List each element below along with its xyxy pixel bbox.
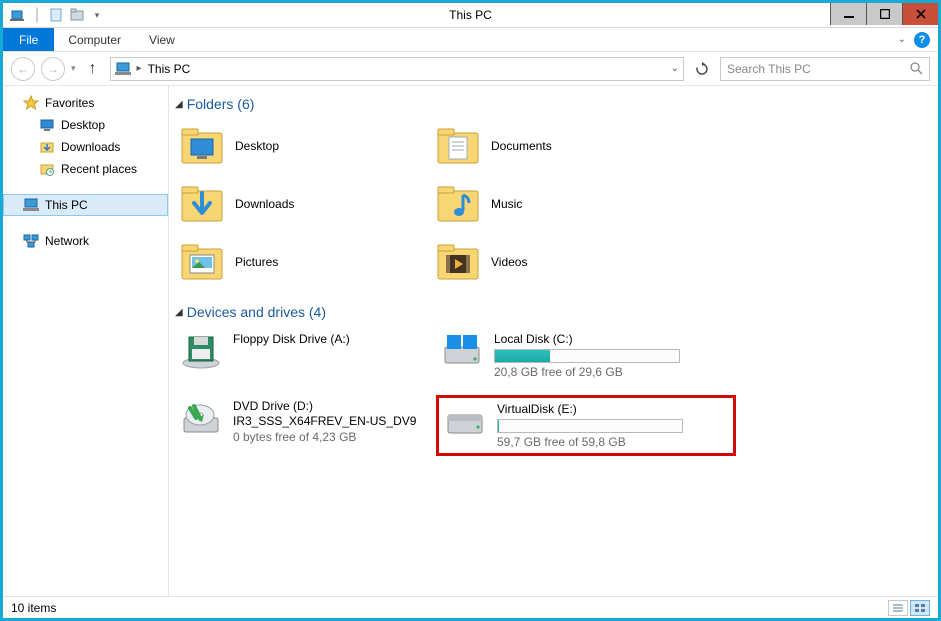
divider-icon: | <box>29 7 45 23</box>
drive-title: DVD Drive (D:) <box>233 399 416 413</box>
sidebar-item-label: Downloads <box>61 140 120 154</box>
address-dropdown-icon[interactable]: ⌄ <box>671 63 679 74</box>
maximize-button[interactable] <box>866 3 902 25</box>
drive-free-text: 0 bytes free of 4,23 GB <box>233 430 416 444</box>
hdd-icon <box>443 402 487 442</box>
drive-free-text: 59,7 GB free of 59,8 GB <box>497 435 683 449</box>
sidebar-item-recent[interactable]: Recent places <box>3 158 168 180</box>
section-label: Devices and drives (4) <box>187 304 326 320</box>
collapse-icon: ◢ <box>175 307 183 318</box>
drive-dvd-d[interactable]: DVD Drive (D:) IR3_SSS_X64FREV_EN-US_DV9… <box>175 395 430 456</box>
folder-label: Pictures <box>235 255 278 269</box>
folder-videos[interactable]: Videos <box>431 236 681 288</box>
usage-bar <box>497 419 683 433</box>
drive-virtualdisk-e[interactable]: VirtualDisk (E:) 59,7 GB free of 59,8 GB <box>436 395 736 456</box>
back-button[interactable]: ← <box>11 57 35 81</box>
folder-pictures[interactable]: Pictures <box>175 236 425 288</box>
folder-icon <box>435 181 481 227</box>
view-tab[interactable]: View <box>135 28 189 51</box>
floppy-icon <box>179 332 223 372</box>
content-pane: ◢ Folders (6) Desktop Documents <box>169 86 938 596</box>
network-icon <box>23 233 39 249</box>
sidebar-favorites[interactable]: Favorites <box>3 92 168 114</box>
section-label: Folders (6) <box>187 96 255 112</box>
sidebar-item-this-pc[interactable]: This PC <box>3 194 168 216</box>
address-location: This PC <box>148 62 191 76</box>
address-bar[interactable]: ▸ This PC ⌄ <box>110 57 684 81</box>
window-title: This PC <box>3 8 938 22</box>
sidebar-item-network[interactable]: Network <box>3 230 168 252</box>
sidebar-item-label: Favorites <box>45 96 94 110</box>
help-icon[interactable]: ? <box>914 32 930 48</box>
folder-icon <box>435 123 481 169</box>
pc-icon <box>23 197 39 213</box>
hdd-icon <box>440 332 484 372</box>
pc-icon <box>115 61 131 77</box>
folder-label: Music <box>491 197 522 211</box>
title-bar: | ▾ This PC <box>3 3 938 28</box>
sidebar-item-label: Recent places <box>61 162 137 176</box>
new-folder-icon[interactable] <box>69 7 85 23</box>
computer-tab[interactable]: Computer <box>54 28 135 51</box>
folder-icon <box>179 181 225 227</box>
ribbon-tabs: File Computer View ⌄ ? <box>3 28 938 52</box>
forward-button[interactable]: → <box>41 57 65 81</box>
folder-documents[interactable]: Documents <box>431 120 681 172</box>
drive-title: Local Disk (C:) <box>494 332 680 346</box>
folder-label: Videos <box>491 255 527 269</box>
expand-ribbon-icon[interactable]: ⌄ <box>898 34 906 45</box>
sidebar-item-label: Desktop <box>61 118 105 132</box>
history-dropdown-icon[interactable]: ▾ <box>71 63 76 74</box>
folder-desktop[interactable]: Desktop <box>175 120 425 172</box>
drive-title: Floppy Disk Drive (A:) <box>233 332 350 346</box>
star-icon <box>23 95 39 111</box>
properties-icon[interactable] <box>49 7 65 23</box>
downloads-icon <box>39 139 55 155</box>
navigation-pane: Favorites Desktop Downloads <box>3 86 169 596</box>
sidebar-item-label: Network <box>45 234 89 248</box>
details-view-button[interactable] <box>888 600 908 616</box>
folder-music[interactable]: Music <box>431 178 681 230</box>
chevron-right-icon[interactable]: ▸ <box>137 63 142 74</box>
qat-dropdown-icon[interactable]: ▾ <box>89 7 105 23</box>
app-icon <box>9 7 25 23</box>
folder-icon <box>179 239 225 285</box>
minimize-button[interactable] <box>830 3 866 25</box>
sidebar-item-desktop[interactable]: Desktop <box>3 114 168 136</box>
up-button[interactable]: ↑ <box>82 58 104 80</box>
drive-floppy-a[interactable]: Floppy Disk Drive (A:) <box>175 328 430 383</box>
tiles-view-button[interactable] <box>910 600 930 616</box>
search-input[interactable]: Search This PC <box>720 57 930 81</box>
folders-section-header[interactable]: ◢ Folders (6) <box>175 96 928 112</box>
collapse-icon: ◢ <box>175 99 183 110</box>
drive-local-c[interactable]: Local Disk (C:) 20,8 GB free of 29,6 GB <box>436 328 736 383</box>
file-tab[interactable]: File <box>3 28 54 51</box>
status-bar: 10 items <box>3 596 938 618</box>
folder-label: Desktop <box>235 139 279 153</box>
drive-volume-label: IR3_SSS_X64FREV_EN-US_DV9 <box>233 414 416 428</box>
folder-icon <box>435 239 481 285</box>
drive-title: VirtualDisk (E:) <box>497 402 683 416</box>
folder-label: Downloads <box>235 197 294 211</box>
usage-bar <box>494 349 680 363</box>
search-placeholder: Search This PC <box>727 62 811 76</box>
close-button[interactable] <box>902 3 938 25</box>
dvd-icon <box>179 399 223 439</box>
folder-downloads[interactable]: Downloads <box>175 178 425 230</box>
folder-icon <box>179 123 225 169</box>
folder-label: Documents <box>491 139 552 153</box>
search-icon <box>910 62 923 75</box>
refresh-button[interactable] <box>690 58 714 80</box>
navigation-bar: ← → ▾ ↑ ▸ This PC ⌄ Search This PC <box>3 52 938 86</box>
recent-icon <box>39 161 55 177</box>
status-item-count: 10 items <box>11 601 56 615</box>
sidebar-item-label: This PC <box>45 198 88 212</box>
desktop-icon <box>39 117 55 133</box>
drives-section-header[interactable]: ◢ Devices and drives (4) <box>175 304 928 320</box>
drive-free-text: 20,8 GB free of 29,6 GB <box>494 365 680 379</box>
sidebar-item-downloads[interactable]: Downloads <box>3 136 168 158</box>
